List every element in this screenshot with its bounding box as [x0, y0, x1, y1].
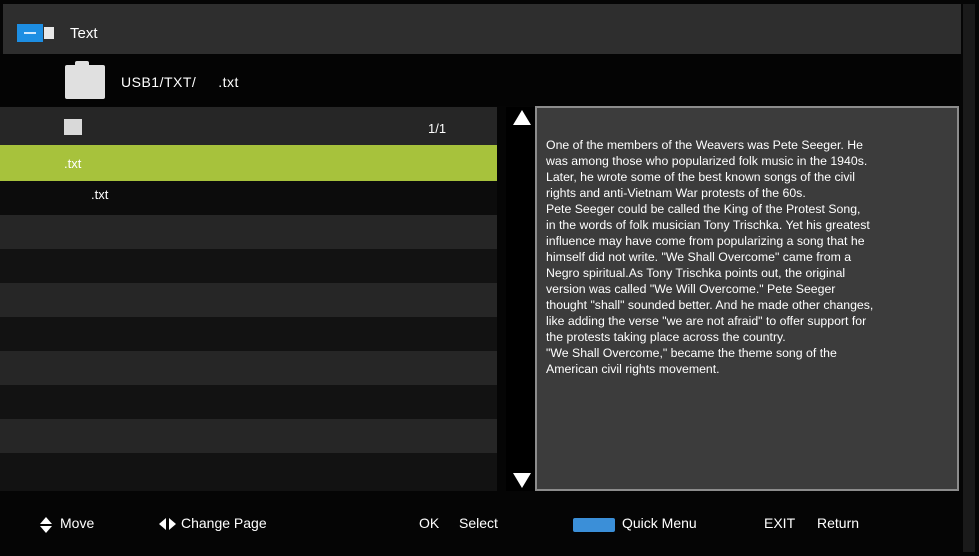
preview-line: American civil rights movement.	[546, 362, 720, 376]
path-file: .txt	[218, 74, 239, 90]
preview-line: Negro spiritual.As Tony Trischka points …	[546, 266, 846, 280]
list-item[interactable]: .txt	[0, 181, 497, 215]
preview-line: Later, he wrote some of the best known s…	[546, 170, 855, 184]
help-bar: Move Change Page OK Select Quick Menu EX…	[0, 505, 960, 545]
text-app-icon	[17, 24, 55, 42]
empty-row	[0, 351, 497, 385]
window-title: Text	[70, 25, 98, 42]
empty-row	[0, 385, 497, 419]
preview-line: version was called "We Will Overcome." P…	[546, 282, 836, 296]
preview-line: "We Shall Overcome," became the theme so…	[546, 346, 837, 360]
up-down-arrows-icon	[40, 517, 52, 533]
empty-row	[0, 419, 497, 453]
preview-line: thought "shall" sounded better. And he m…	[546, 298, 874, 312]
scroll-down-icon[interactable]	[513, 473, 531, 488]
exit-key-label: EXIT	[764, 515, 796, 531]
screen: Text USB1/TXT/ .txt 1/1 .txt .txt One of…	[0, 0, 979, 556]
help-move: Move	[60, 515, 95, 531]
empty-row	[0, 453, 497, 491]
preview-line: rights and anti-Vietnam War protests of …	[546, 186, 806, 200]
right-edge-strip	[963, 4, 975, 552]
preview-line: influence may have come from popularizin…	[546, 234, 865, 248]
list-header[interactable]: 1/1	[0, 107, 497, 145]
help-return: Return	[817, 515, 860, 531]
text-preview-body: One of the members of the Weavers was Pe…	[546, 137, 956, 377]
help-select: Select	[459, 515, 498, 531]
scrollbar[interactable]	[506, 107, 536, 491]
preview-line: One of the members of the Weavers was Pe…	[546, 138, 863, 152]
help-quick-menu: Quick Menu	[622, 515, 697, 531]
preview-line: like adding the verse "we are not afraid…	[546, 314, 867, 328]
preview-line: the protests taking place across the cou…	[546, 330, 786, 344]
path-bar: USB1/TXT/ .txt	[0, 54, 960, 106]
folder-icon	[65, 61, 105, 99]
page-indicator: 1/1	[428, 121, 447, 136]
preview-line: in the words of folk musician Tony Trisc…	[546, 218, 870, 232]
preview-line: Pete Seeger could be called the King of …	[546, 202, 861, 216]
empty-row	[0, 317, 497, 351]
path-prefix: USB1/TXT/	[121, 74, 197, 90]
current-path: USB1/TXT/ .txt	[121, 74, 239, 90]
file-list[interactable]: 1/1 .txt .txt	[0, 107, 497, 491]
list-item-label: .txt	[91, 187, 109, 202]
scroll-up-icon[interactable]	[513, 110, 531, 125]
empty-row	[0, 283, 497, 317]
empty-row	[0, 215, 497, 249]
left-right-arrows-icon	[159, 518, 179, 530]
list-item[interactable]: .txt	[0, 145, 497, 181]
preview-line: was among those who popularized folk mus…	[546, 154, 868, 168]
list-item-label: .txt	[64, 156, 82, 171]
parent-folder-icon[interactable]	[64, 119, 82, 135]
text-preview-panel: One of the members of the Weavers was Pe…	[535, 106, 959, 491]
empty-row	[0, 249, 497, 283]
blue-key-icon	[573, 518, 615, 532]
help-change-page: Change Page	[181, 515, 267, 531]
ok-key-label: OK	[419, 515, 440, 531]
title-bar: Text	[3, 4, 961, 54]
preview-line: himself did not write. "We Shall Overcom…	[546, 250, 852, 264]
